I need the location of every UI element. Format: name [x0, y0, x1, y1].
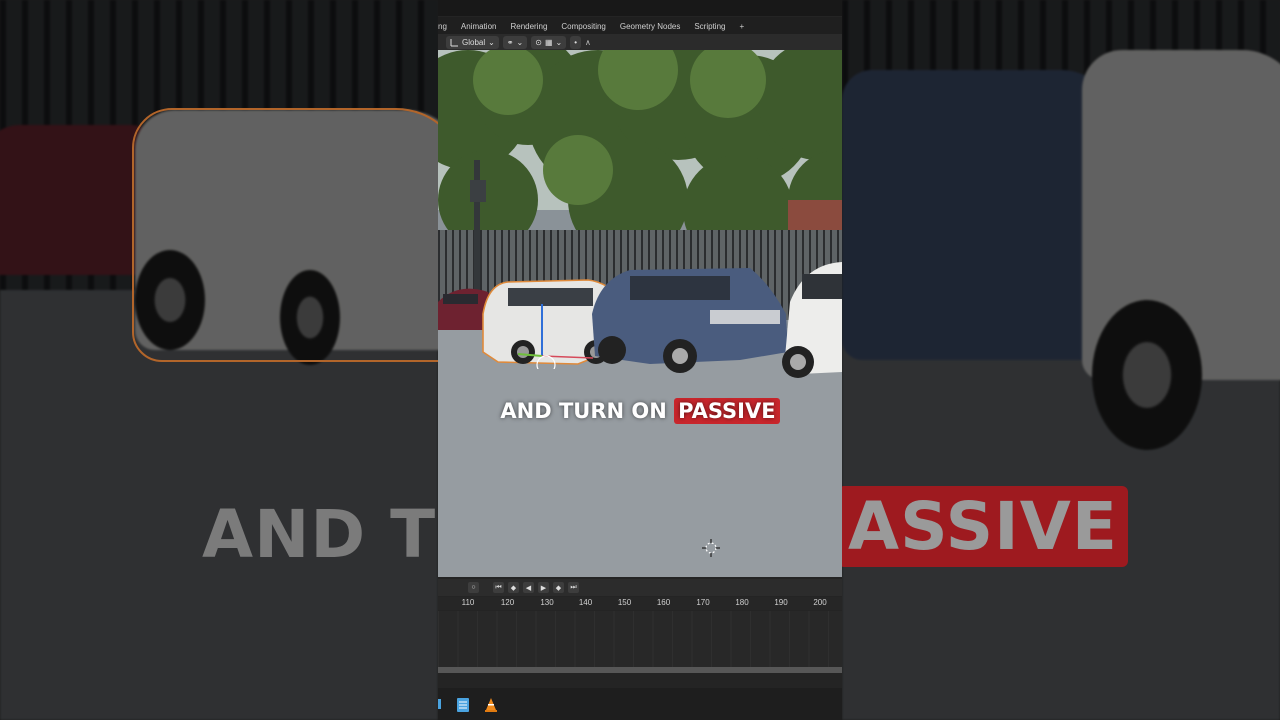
add-workspace-button[interactable]: +	[732, 22, 751, 31]
proportional-icon: •	[574, 37, 578, 47]
workspace-tabs: ng Animation Rendering Compositing Geome…	[438, 17, 842, 35]
frame-tick: 130	[540, 598, 554, 607]
transform-orientation-label: Global	[462, 37, 486, 47]
background-subtitle-right: ASSIVE	[842, 486, 1128, 567]
3d-viewport[interactable]: AND TURN ON PASSIVE	[438, 50, 842, 577]
proportional-edit-toggle[interactable]: •	[570, 35, 582, 49]
frame-tick: 150	[617, 598, 632, 607]
caption-text: AND TURN ON	[500, 399, 667, 423]
background-left-panel: AND T	[0, 0, 438, 720]
frame-ruler[interactable]: 110 120 130 140 150 160 170 180 190 200	[438, 597, 842, 610]
caption-overlay: AND TURN ON PASSIVE	[438, 398, 842, 424]
timeline-area[interactable]	[438, 611, 842, 667]
prev-keyframe-button[interactable]: ◆	[508, 582, 519, 593]
background-right-panel: ASSIVE	[842, 0, 1280, 720]
link-icon: ⚭	[506, 37, 514, 47]
snap-toggle[interactable]: ⊙ ▦ ⌄	[531, 35, 567, 49]
transform-orientation-dropdown[interactable]: Global ⌄	[446, 35, 499, 49]
falloff-icon[interactable]: ∧	[585, 38, 591, 47]
orientation-icon	[450, 38, 458, 46]
caption-highlight: PASSIVE	[674, 398, 780, 424]
frame-tick: 200	[813, 598, 827, 607]
frame-tick: 120	[500, 598, 515, 607]
frame-tick: 140	[578, 598, 593, 607]
play-reverse-button[interactable]: ◀	[523, 582, 534, 593]
street-sign	[470, 180, 486, 202]
tab-scripting[interactable]: Scripting	[687, 22, 732, 31]
tab-rendering[interactable]: Rendering	[503, 22, 554, 31]
frame-tick: 170	[696, 598, 710, 607]
timeline-header: ○ ⏮ ◆ ◀ ▶ ◆ ⏭	[438, 579, 842, 596]
jump-to-end-button[interactable]: ⏭	[568, 582, 579, 593]
chevron-down-icon: ⌄	[516, 37, 524, 47]
background-subtitle-left: AND T	[202, 496, 437, 573]
tab-geometry-nodes[interactable]: Geometry Nodes	[613, 22, 687, 31]
next-keyframe-button[interactable]: ◆	[553, 582, 564, 593]
jump-to-start-button[interactable]: ⏮	[493, 582, 504, 593]
tab-animation[interactable]: Animation	[454, 22, 504, 31]
blue-jeep	[592, 268, 788, 373]
taskbar-partial-icon	[438, 699, 441, 709]
frame-tick: 180	[735, 598, 749, 607]
timeline-scrollbar[interactable]	[438, 667, 842, 673]
taskbar	[438, 688, 842, 720]
vlc-icon[interactable]	[484, 697, 498, 713]
blender-window: ng Animation Rendering Compositing Geome…	[438, 0, 842, 720]
notepad-icon[interactable]	[456, 697, 470, 713]
play-button[interactable]: ▶	[538, 582, 549, 593]
tab-compositing[interactable]: Compositing	[554, 22, 612, 31]
title-bar	[438, 0, 842, 16]
record-button[interactable]: ○	[468, 582, 479, 593]
snap-grid-icon: ▦	[544, 37, 553, 47]
pivot-point-dropdown[interactable]: ⚭ ⌄	[502, 35, 528, 49]
tab-partial[interactable]: ng	[438, 22, 454, 31]
viewport-header: Global ⌄ ⚭ ⌄ ⊙ ▦ ⌄ • ∧	[438, 34, 842, 50]
white-jeep-right	[782, 262, 842, 378]
frame-tick: 160	[656, 598, 671, 607]
frame-tick: 110	[461, 598, 475, 607]
3d-cursor-icon[interactable]	[702, 539, 720, 557]
magnet-icon: ⊙	[535, 37, 542, 47]
frame-tick: 190	[774, 598, 788, 607]
chevron-down-icon: ⌄	[555, 37, 563, 47]
chevron-down-icon: ⌄	[488, 37, 495, 47]
